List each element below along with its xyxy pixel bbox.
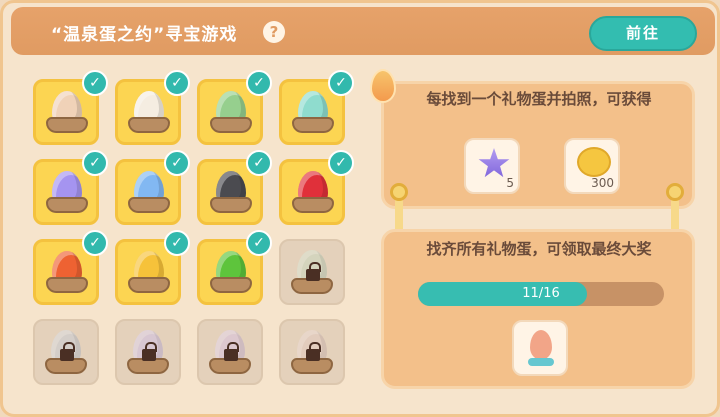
nest-icon [128, 117, 170, 133]
egg-slot-found[interactable]: ✓ [279, 70, 354, 145]
collection-progress-bar: 11/16 [418, 282, 664, 306]
game-window: “温泉蛋之约”寻宝游戏 ? 前往 每找到一个礼物蛋并拍照，可获得 5 300 找… [0, 0, 720, 417]
gift-egg-icon [370, 69, 396, 103]
reward-description: 每找到一个礼物蛋并拍照，可获得 [426, 90, 652, 108]
egg-slot-locked[interactable] [279, 319, 345, 385]
nest-icon [210, 117, 252, 133]
checkmark-icon: ✓ [246, 70, 272, 96]
checkmark-icon: ✓ [246, 150, 272, 176]
grand-prize-panel: 找齐所有礼物蛋，可领取最终大奖 11/16 [381, 229, 695, 389]
nest-icon [46, 197, 88, 213]
coin-icon [577, 147, 611, 177]
checkmark-icon: ✓ [82, 70, 108, 96]
checkmark-icon: ✓ [164, 150, 190, 176]
egg-slot-found[interactable]: ✓ [33, 150, 108, 225]
egg-slot-found[interactable]: ✓ [33, 230, 108, 305]
egg-slot-found[interactable]: ✓ [197, 150, 272, 225]
grand-prize-item[interactable] [512, 320, 568, 376]
checkmark-icon: ✓ [82, 230, 108, 256]
progress-label: 11/16 [522, 286, 560, 301]
nest-icon [128, 197, 170, 213]
coin-reward-count: 300 [591, 176, 614, 190]
egg-slot-found[interactable]: ✓ [115, 150, 190, 225]
nest-icon [46, 277, 88, 293]
checkmark-icon: ✓ [246, 230, 272, 256]
nest-icon [128, 277, 170, 293]
egg-slot-found[interactable]: ✓ [33, 70, 108, 145]
checkmark-icon: ✓ [82, 150, 108, 176]
nest-icon [210, 197, 252, 213]
connector-knob [390, 183, 408, 201]
reward-per-egg-panel: 每找到一个礼物蛋并拍照，可获得 5 300 [381, 81, 695, 209]
nest-icon [210, 277, 252, 293]
lock-icon [142, 342, 157, 361]
help-icon[interactable]: ? [263, 21, 285, 43]
trophy-base [528, 358, 554, 366]
lock-icon [224, 342, 239, 361]
egg-slot-found[interactable]: ✓ [197, 230, 272, 305]
connector-knob [666, 183, 684, 201]
egg-slot-found[interactable]: ✓ [115, 230, 190, 305]
egg-slot-locked[interactable] [33, 319, 99, 385]
egg-slot-locked[interactable] [115, 319, 181, 385]
game-title: “温泉蛋之约”寻宝游戏 [51, 25, 238, 45]
go-button[interactable]: 前往 [589, 16, 697, 51]
coin-reward: 300 [564, 138, 620, 194]
egg-slot-found[interactable]: ✓ [115, 70, 190, 145]
header-bar: “温泉蛋之约”寻宝游戏 ? 前往 [11, 7, 715, 55]
egg-trophy-icon [530, 330, 552, 360]
star-reward-count: 5 [506, 176, 514, 190]
checkmark-icon: ✓ [164, 230, 190, 256]
lock-icon [306, 262, 321, 281]
egg-slot-locked[interactable] [279, 239, 345, 305]
egg-slot-found[interactable]: ✓ [279, 150, 354, 225]
star-icon [478, 148, 510, 178]
nest-icon [46, 117, 88, 133]
checkmark-icon: ✓ [164, 70, 190, 96]
grand-prize-description: 找齐所有礼物蛋，可领取最终大奖 [426, 240, 652, 258]
nest-icon [292, 117, 334, 133]
star-reward: 5 [464, 138, 520, 194]
lock-icon [60, 342, 75, 361]
egg-slot-locked[interactable] [197, 319, 263, 385]
egg-slot-found[interactable]: ✓ [197, 70, 272, 145]
checkmark-icon: ✓ [328, 70, 354, 96]
lock-icon [306, 342, 321, 361]
nest-icon [292, 197, 334, 213]
checkmark-icon: ✓ [328, 150, 354, 176]
